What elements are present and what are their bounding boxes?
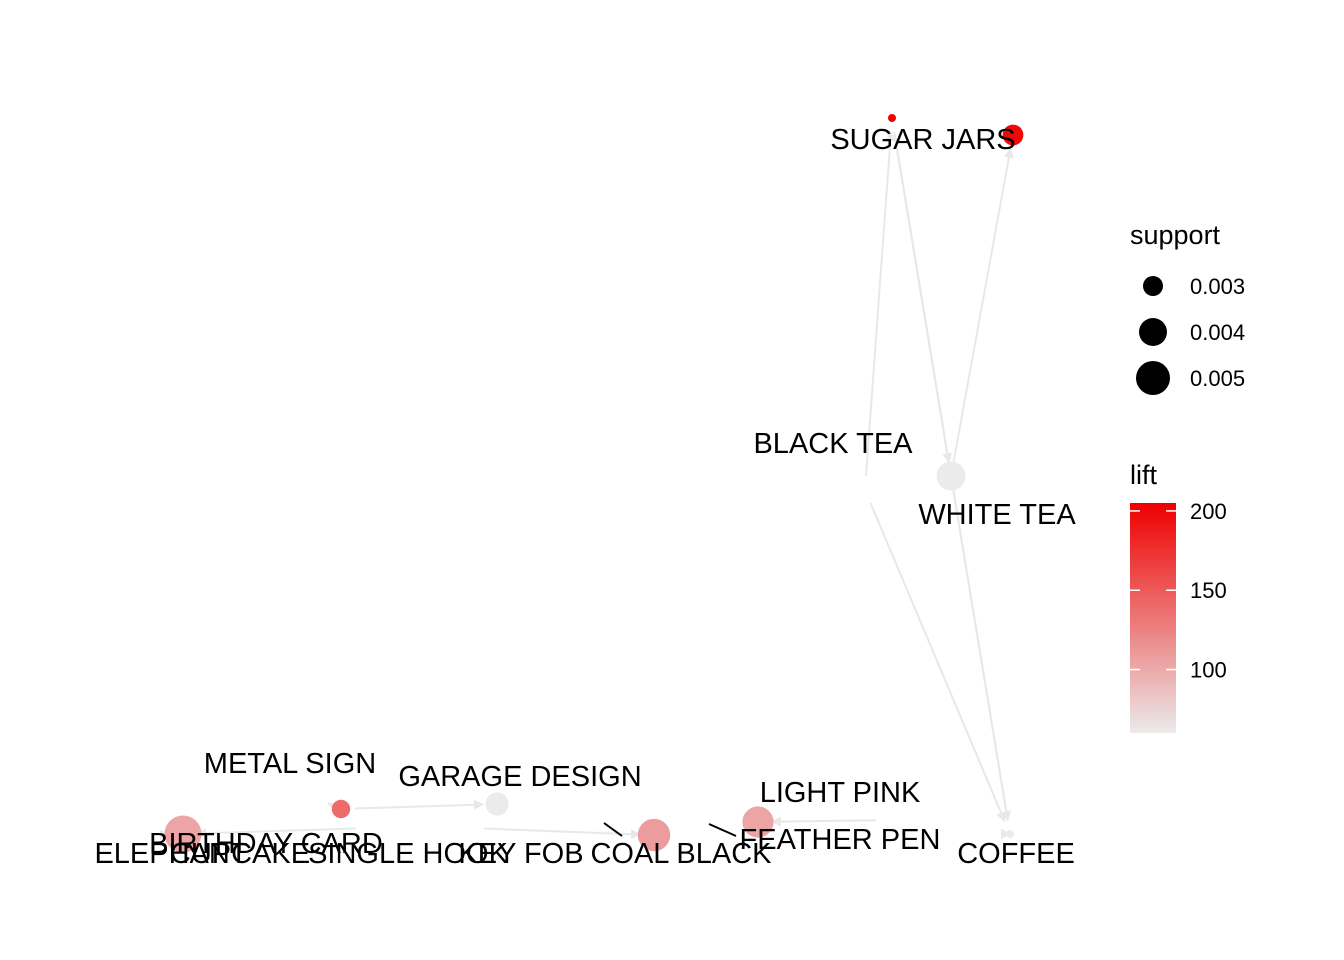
node-label-single-hook: SINGLE HOOK [308, 838, 508, 870]
node-label-white-tea: WHITE TEA [918, 499, 1076, 531]
graph-edge [327, 802, 339, 812]
lift-legend-title: lift [1130, 460, 1157, 490]
rule-node-r9 [1006, 830, 1014, 838]
rule-node-layer [164, 114, 1024, 853]
support-legend-label: 0.004 [1190, 320, 1245, 345]
support-legend: support 0.003 0.004 0.005 [1130, 220, 1245, 395]
support-legend-key [1139, 318, 1167, 346]
graph-edge [952, 147, 1014, 463]
support-legend-key [1136, 361, 1170, 395]
node-label-metal-sign: METAL SIGN [204, 748, 376, 780]
support-legend-items: 0.003 0.004 0.005 [1136, 274, 1245, 395]
edge-layer [159, 130, 1014, 840]
support-legend-label: 0.005 [1190, 366, 1245, 391]
graph-edge [354, 799, 485, 810]
graph-edge [770, 816, 877, 827]
node-label-garage-design: GARAGE DESIGN [398, 761, 641, 793]
graph-edge [865, 130, 896, 477]
lift-legend-label: 200 [1190, 499, 1227, 524]
label-leader-line [708, 823, 737, 837]
rule-node-r4 [485, 792, 509, 816]
rule-node-r5 [331, 799, 351, 819]
support-legend-key [1143, 276, 1163, 296]
lift-legend: lift 200 150 100 [1130, 460, 1227, 733]
rule-node-r3 [936, 461, 966, 491]
graph-edge [869, 502, 1006, 823]
network-graph: SUGAR JARS BLACK TEA WHITE TEA COFFEE ME… [94, 114, 1245, 870]
node-label-sugar-jars: SUGAR JARS [830, 124, 1015, 156]
rule-node-r1 [888, 114, 896, 122]
node-labels: SUGAR JARS BLACK TEA WHITE TEA COFFEE ME… [94, 124, 1076, 870]
node-label-black-tea: BLACK TEA [753, 428, 913, 460]
support-legend-title: support [1130, 220, 1221, 250]
node-label-coal-black: COAL BLACK [590, 838, 772, 870]
lift-legend-label: 100 [1190, 658, 1227, 683]
support-legend-label: 0.003 [1190, 274, 1245, 299]
node-label-coffee: COFFEE [957, 838, 1075, 870]
lift-colorbar [1130, 503, 1176, 733]
lift-legend-label: 150 [1190, 578, 1227, 603]
node-label-light-pink: LIGHT PINK [760, 777, 921, 809]
node-label-cupcake: CUPCAKE [170, 838, 310, 870]
